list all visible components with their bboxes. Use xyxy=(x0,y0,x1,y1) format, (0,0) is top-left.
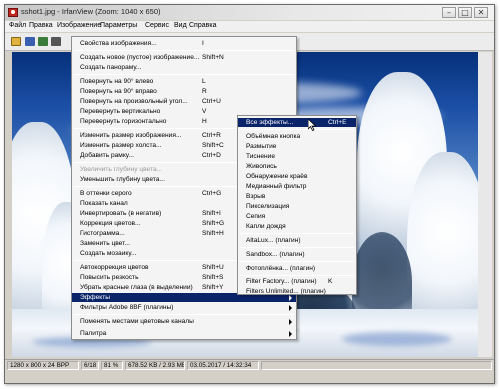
submenu-item-sepia[interactable]: Сепия xyxy=(238,212,356,221)
window-title: sshot1.jpg - IrfanView (Zoom: 1040 x 650… xyxy=(21,7,161,16)
menu-file[interactable]: Файл xyxy=(9,22,26,29)
menu-edit[interactable]: Правка xyxy=(29,22,53,29)
mouse-cursor-icon xyxy=(308,119,316,131)
menu-options[interactable]: Параметры xyxy=(100,22,137,29)
submenu-item-filter-factory[interactable]: Filter Factory... (плагин) K xyxy=(238,277,356,286)
menu-item-rotate-left[interactable]: Повернуть на 90° влево L xyxy=(72,77,296,86)
submenu-item-median-filter[interactable]: Медианный фильтр xyxy=(238,182,356,191)
menu-item-swap-colors[interactable]: Поменять местами цветовые каналы xyxy=(72,317,296,326)
submenu-item-sandbox[interactable]: Sandbox... (плагин) xyxy=(238,250,356,259)
open-folder-icon[interactable] xyxy=(11,37,21,46)
menu-tools[interactable]: Сервис xyxy=(145,22,169,29)
thumbnails-icon[interactable] xyxy=(38,37,48,46)
menu-item-create-new-image[interactable]: Создать новое (пустое) изображение... Shi… xyxy=(72,53,296,62)
menu-view[interactable]: Вид xyxy=(174,22,187,29)
menu-item-custom-rotation[interactable]: Повернуть на произвольный угол... Ctrl+U xyxy=(72,97,296,106)
close-button[interactable]: ✕ xyxy=(474,7,488,18)
status-bar: 1280 x 800 x 24 BPP 6/18 81 % 678.52 KB … xyxy=(5,359,494,370)
menu-item-create-panorama[interactable]: Создать панораму... xyxy=(72,63,296,72)
submenu-item-rain-drops[interactable]: Капли дождя xyxy=(238,222,356,231)
print-icon[interactable] xyxy=(51,37,61,46)
submenu-item-pixelize[interactable]: Пикселизация xyxy=(238,202,356,211)
submenu-item-altalux[interactable]: AltaLux... (плагин) xyxy=(238,236,356,245)
irfanview-app-icon[interactable] xyxy=(8,8,18,17)
chevron-right-icon xyxy=(289,331,292,337)
status-dimensions: 1280 x 800 x 24 BPP xyxy=(7,361,79,370)
submenu-item-3d-button[interactable]: Объёмная кнопка xyxy=(238,132,356,141)
submenu-item-blur[interactable]: Размытие xyxy=(238,142,356,151)
menu-bar: Файл Правка Изображение Параметры Сервис… xyxy=(5,21,494,32)
status-datetime: 03.05.2017 / 14:32:34 xyxy=(187,361,259,370)
vertical-scrollbar[interactable] xyxy=(478,52,492,357)
submenu-item-edge-detection[interactable]: Обнаружение краёв xyxy=(238,172,356,181)
title-bar[interactable]: sshot1.jpg - IrfanView (Zoom: 1040 x 650… xyxy=(5,5,494,20)
maximize-button[interactable]: □ xyxy=(458,7,472,18)
chevron-right-icon xyxy=(289,305,292,311)
status-index: 6/18 xyxy=(81,361,99,370)
irfanview-window: sshot1.jpg - IrfanView (Zoom: 1040 x 650… xyxy=(4,4,495,384)
menu-help[interactable]: Справка xyxy=(189,22,216,29)
status-empty-panel xyxy=(261,361,492,370)
menu-image[interactable]: Изображение xyxy=(57,22,101,29)
submenu-item-explosion[interactable]: Взрыв xyxy=(238,192,356,201)
submenu-item-oil-paint[interactable]: Живопись xyxy=(238,162,356,171)
minimize-button[interactable]: – xyxy=(442,7,456,18)
menu-item-palette[interactable]: Палитра xyxy=(72,329,296,338)
submenu-item-filters-unlimited[interactable]: Filters Unlimited... (плагин) xyxy=(238,287,356,296)
menu-item-adobe-8bf-filters[interactable]: Фильтры Adobe 8BF (плагины) xyxy=(72,303,296,312)
status-zoom: 81 % xyxy=(101,361,123,370)
status-filesize: 678.52 KB / 2.93 MB xyxy=(125,361,185,370)
submenu-item-emboss[interactable]: Тиснение xyxy=(238,152,356,161)
image-menu-dropdown-tail: Палитра xyxy=(71,328,297,340)
save-icon[interactable] xyxy=(25,37,35,46)
submenu-item-film-effect[interactable]: Фотоплёнка... (плагин) xyxy=(238,264,356,273)
submenu-item-all-effects[interactable]: Все эффекты... Ctrl+E xyxy=(238,118,356,127)
menu-item-image-properties[interactable]: Свойства изображения... I xyxy=(72,39,296,48)
chevron-right-icon xyxy=(289,319,292,325)
menu-item-rotate-right[interactable]: Повернуть на 90° вправо R xyxy=(72,87,296,96)
effects-submenu: Все эффекты... Ctrl+E Объёмная кнопка Раз… xyxy=(237,115,357,295)
